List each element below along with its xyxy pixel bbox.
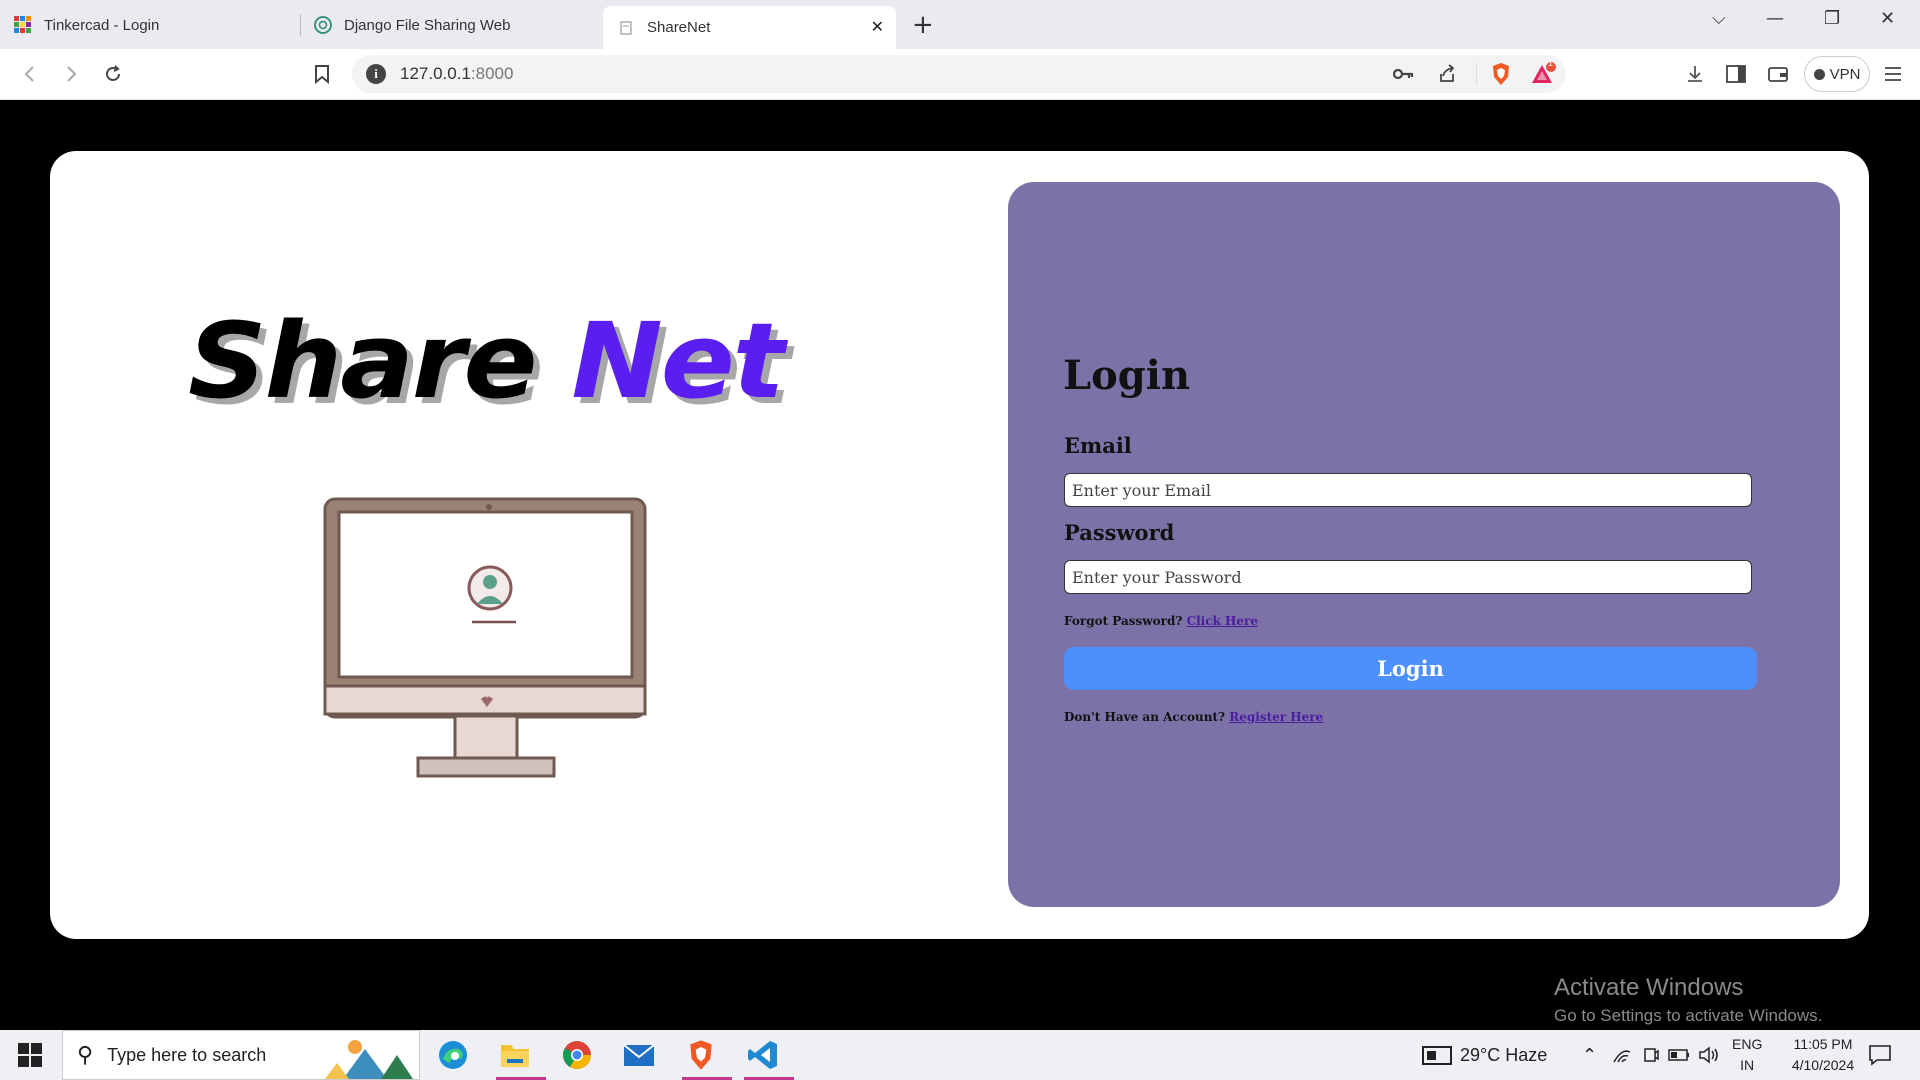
tab-label: ShareNet (647, 19, 711, 36)
forgot-password-link[interactable]: Click Here (1187, 614, 1258, 628)
search-icon: ⚲ (77, 1042, 94, 1068)
windows-start-icon[interactable] (18, 1043, 42, 1067)
search-placeholder: Type here to search (107, 1044, 267, 1065)
back-icon[interactable] (17, 61, 43, 87)
tab-sharenet[interactable]: ShareNet ✕ (603, 6, 896, 49)
network-icon[interactable] (1612, 1030, 1632, 1080)
region-code: IN (1740, 1057, 1755, 1073)
email-field[interactable] (1064, 473, 1752, 507)
show-hidden-icons-icon[interactable]: ⌃ (1582, 1030, 1597, 1080)
taskbar-search-box[interactable]: ⚲ Type here to search (62, 1030, 420, 1080)
brave-rewards-icon[interactable]: 1 (1531, 58, 1557, 87)
clock[interactable]: 11:05 PM 4/10/2024 (1778, 1030, 1868, 1080)
forgot-password-text: Forgot Password? (1064, 614, 1183, 628)
login-button[interactable]: Login (1064, 647, 1757, 690)
logo-net-text: Net (571, 300, 784, 422)
chrome-taskbar-icon[interactable] (558, 1036, 596, 1074)
meet-now-icon[interactable] (1642, 1030, 1660, 1080)
new-tab-button[interactable]: + (912, 10, 934, 40)
mail-taskbar-icon[interactable] (620, 1036, 658, 1074)
brave-shields-icon[interactable] (1488, 61, 1514, 87)
close-tab-icon[interactable]: ✕ (871, 17, 884, 37)
register-link[interactable]: Register Here (1229, 710, 1323, 724)
brave-taskbar-icon[interactable] (682, 1036, 732, 1080)
address-bar[interactable]: i 127.0.0.1:8000 (352, 55, 1566, 93)
tab-search-chevron-icon[interactable]: ⌵ (1712, 8, 1726, 29)
reload-icon[interactable] (100, 61, 126, 87)
password-field[interactable] (1064, 560, 1752, 594)
register-line: Don't Have an Account? Register Here (1064, 710, 1323, 724)
rewards-badge: 1 (1548, 58, 1554, 68)
minimize-icon[interactable]: — (1766, 8, 1784, 29)
weather-text: 29°C Haze (1460, 1044, 1548, 1065)
wallet-icon[interactable] (1765, 61, 1791, 87)
language-indicator[interactable]: ENG IN (1732, 1030, 1762, 1080)
tab-label: Django File Sharing Web (344, 16, 511, 34)
activate-windows-watermark: Activate Windows Go to Settings to activ… (1554, 974, 1822, 1026)
toolbar-divider (1476, 63, 1477, 85)
vpn-status-icon (1813, 68, 1825, 80)
site-info-icon[interactable]: i (366, 64, 386, 84)
clock-date: 4/10/2024 (1791, 1057, 1855, 1073)
restore-icon[interactable]: ❐ (1824, 8, 1840, 29)
forgot-password-line: Forgot Password? Click Here (1064, 614, 1258, 628)
language-code: ENG (1732, 1036, 1763, 1052)
search-highlight-camping-icon (325, 1040, 413, 1079)
url-text: 127.0.0.1:8000 (400, 64, 514, 83)
no-account-text: Don't Have an Account? (1064, 710, 1226, 724)
share-icon[interactable] (1434, 61, 1460, 87)
browser-tab-bar: Tinkercad - Login Django File Sharing We… (0, 0, 1920, 49)
key-icon[interactable] (1391, 61, 1417, 87)
login-heading: Login (1063, 352, 1191, 399)
vpn-label: VPN (1829, 65, 1861, 83)
vpn-button[interactable]: VPN (1804, 56, 1870, 92)
windows-taskbar: ⚲ Type here to search 29°C Haze ⌃ ENG IN… (0, 1030, 1920, 1080)
tab-tinkercad[interactable]: Tinkercad - Login (0, 6, 300, 44)
sharenet-logo: Share Net (188, 300, 785, 422)
monitor-illustration (323, 497, 647, 778)
edge-taskbar-icon[interactable] (434, 1036, 472, 1074)
password-label: Password (1064, 520, 1175, 545)
activate-subtitle: Go to Settings to activate Windows. (1554, 1006, 1823, 1025)
file-explorer-taskbar-icon[interactable] (496, 1036, 546, 1080)
email-label: Email (1064, 433, 1132, 458)
vscode-taskbar-icon[interactable] (744, 1036, 794, 1080)
page-favicon-icon (620, 20, 632, 35)
weather-icon (1422, 1046, 1452, 1065)
sidebar-icon[interactable] (1723, 61, 1749, 87)
browser-toolbar: i 127.0.0.1:8000 1 VPN (0, 49, 1920, 100)
weather-widget[interactable]: 29°C Haze (1422, 1030, 1547, 1080)
activate-title: Activate Windows (1554, 974, 1744, 1001)
menu-icon[interactable] (1880, 61, 1906, 87)
notifications-icon[interactable] (1868, 1030, 1892, 1080)
tab-django[interactable]: Django File Sharing Web (300, 6, 600, 44)
forward-icon[interactable] (58, 61, 84, 87)
clock-time: 11:05 PM (1793, 1036, 1853, 1052)
chatgpt-favicon-icon (314, 16, 332, 34)
tab-label: Tinkercad - Login (44, 16, 160, 34)
battery-icon[interactable] (1668, 1030, 1690, 1080)
close-window-icon[interactable]: ✕ (1880, 8, 1895, 29)
volume-icon[interactable] (1698, 1030, 1720, 1080)
tinkercad-favicon-icon (14, 16, 31, 33)
bookmark-icon[interactable] (309, 61, 335, 87)
download-icon[interactable] (1682, 61, 1708, 87)
logo-share-text: Share (188, 300, 538, 422)
